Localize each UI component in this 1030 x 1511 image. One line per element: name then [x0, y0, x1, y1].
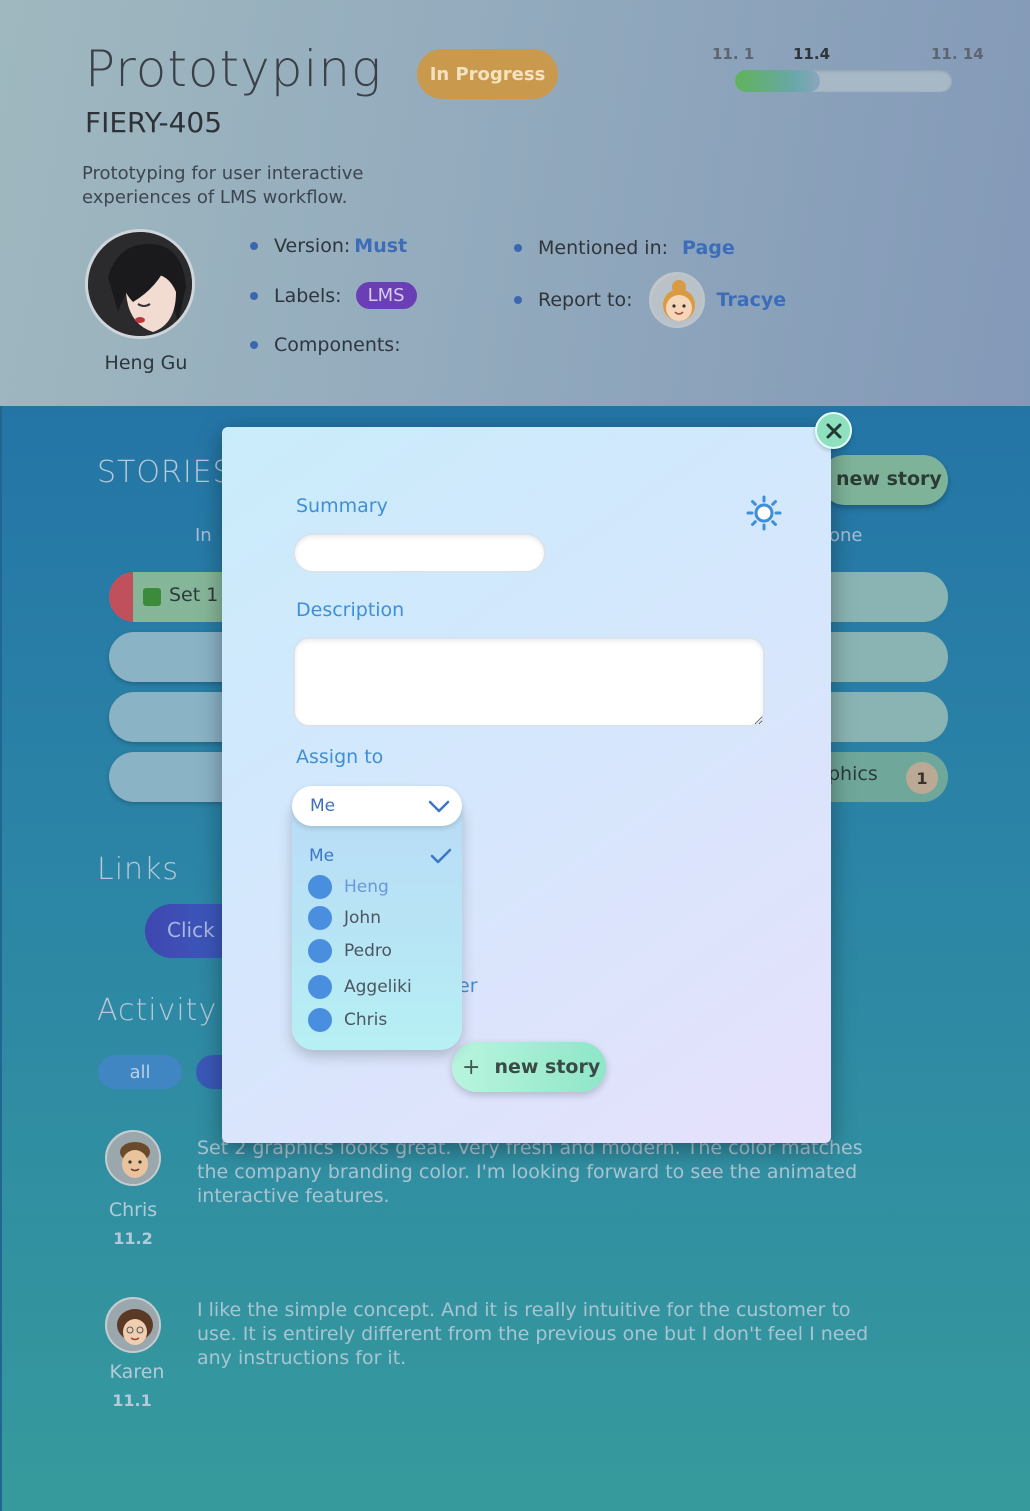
column-header-done: one: [829, 525, 863, 546]
stories-title: STORIES: [97, 455, 233, 490]
bookmark-icon: [143, 588, 161, 606]
user-avatar-dot: [308, 906, 332, 930]
user-avatar-dot: [308, 939, 332, 963]
labels-label: Labels:: [274, 284, 342, 307]
bullet: [250, 341, 258, 349]
story-row[interactable]: [109, 692, 239, 742]
bullet: [250, 242, 258, 250]
dropdown-option-chris[interactable]: Chris: [308, 1007, 387, 1033]
activity-comment: I like the simple concept. And it is rea…: [197, 1299, 869, 1369]
summary-label: Summary: [296, 495, 388, 517]
owner-name[interactable]: Heng Gu: [86, 352, 206, 374]
option-label: Heng: [344, 877, 389, 897]
dropdown-option-me[interactable]: Me: [309, 846, 334, 866]
meta-components: Components:: [250, 334, 401, 356]
dropdown-option-john[interactable]: John: [308, 905, 381, 931]
sun-gear-icon[interactable]: [746, 495, 782, 531]
checkmark-icon: [430, 848, 452, 864]
progress-bar: [735, 70, 952, 92]
progress-fill: [735, 70, 820, 92]
story-row[interactable]: [109, 632, 239, 682]
activity-avatar[interactable]: [105, 1130, 161, 1186]
meta-labels: Labels: LMS: [250, 282, 417, 309]
meta-report: Report to: Tracye: [514, 272, 786, 328]
close-button[interactable]: [815, 412, 852, 449]
done-story-row[interactable]: [828, 632, 948, 682]
close-icon: [826, 423, 841, 438]
components-label: Components:: [274, 334, 401, 356]
progress-current-label: 11.4: [793, 45, 831, 63]
assignee-selected-value: Me: [310, 796, 336, 816]
reporter-name[interactable]: Tracye: [717, 289, 787, 311]
bullet: [514, 244, 522, 252]
activity-date: 11.1: [112, 1391, 152, 1410]
assignee-dropdown-menu: Me Heng John Pedro Aggeliki Chris: [292, 806, 462, 1050]
create-story-button[interactable]: + new story: [452, 1042, 606, 1092]
story-card-label: Set 1: [169, 584, 219, 606]
option-label: Aggeliki: [344, 977, 412, 997]
activity-title: Activity: [97, 993, 218, 1028]
done-story-row[interactable]: [828, 572, 948, 622]
version-label: Version:: [274, 235, 351, 257]
label-chip-lms[interactable]: LMS: [355, 282, 417, 309]
link-button-label: Click: [167, 918, 215, 942]
dropdown-option-pedro[interactable]: Pedro: [308, 938, 392, 964]
ticket-description: Prototyping for user interactive experie…: [82, 163, 364, 208]
meta-version: Version: Must: [250, 235, 407, 257]
option-label: Chris: [344, 1010, 388, 1030]
chevron-down-icon: [428, 800, 450, 813]
description-textarea[interactable]: [293, 637, 765, 727]
owner-avatar[interactable]: [85, 229, 195, 339]
description-label: Description: [296, 599, 405, 621]
mentioned-link[interactable]: Page: [682, 237, 735, 259]
bullet: [250, 291, 258, 300]
dropdown-option-heng[interactable]: Heng: [308, 874, 389, 900]
new-story-button-header[interactable]: new story: [820, 455, 948, 505]
done-story-row[interactable]: [828, 692, 948, 742]
status-badge[interactable]: In Progress: [417, 49, 558, 99]
option-label: John: [344, 908, 381, 928]
comment-count-badge: 1: [906, 762, 938, 794]
filter-all-button[interactable]: all: [98, 1055, 182, 1089]
option-label: Pedro: [344, 941, 392, 961]
story-row[interactable]: [109, 752, 239, 802]
activity-comment: Set 2 graphics looks great. Very fresh a…: [197, 1137, 863, 1207]
progress-start-label: 11. 1: [712, 45, 755, 63]
activity-date: 11.2: [113, 1229, 153, 1248]
user-avatar-dot: [308, 975, 332, 999]
mentioned-label: Mentioned in:: [538, 237, 669, 259]
meta-mentioned: Mentioned in: Page: [514, 237, 735, 259]
progress-end-label: 11. 14: [931, 45, 984, 63]
activity-author: Chris: [108, 1199, 158, 1221]
ticket-header: Prototyping FIERY-405 In Progress 11. 1 …: [0, 0, 1030, 406]
reporter-avatar-illustration: [650, 274, 703, 326]
user-avatar-dot: [308, 1008, 332, 1032]
activity-author: Karen: [109, 1361, 165, 1383]
report-label: Report to:: [538, 289, 633, 311]
owner-avatar-illustration: [88, 232, 192, 336]
reporter-avatar[interactable]: [648, 272, 705, 328]
activity-avatar[interactable]: [105, 1297, 161, 1353]
assignee-select[interactable]: Me: [292, 786, 462, 826]
version-value[interactable]: Must: [354, 235, 407, 257]
story-card-set1[interactable]: Set 1: [109, 572, 239, 622]
ticket-id: FIERY-405: [85, 106, 223, 139]
summary-input[interactable]: [293, 533, 546, 573]
user-avatar-dot: [308, 875, 332, 899]
progress-labels: 11. 1 11.4 11. 14: [712, 45, 984, 65]
graphics-story-label: phics: [828, 763, 878, 785]
dropdown-option-aggeliki[interactable]: Aggeliki: [308, 974, 412, 1000]
links-title: Links: [97, 852, 180, 887]
assign-label: Assign to: [296, 746, 384, 768]
create-story-label: new story: [494, 1056, 601, 1078]
new-story-label: new story: [836, 468, 942, 490]
column-header-in-progress: In: [195, 525, 212, 546]
bullet: [514, 296, 522, 304]
plus-icon: +: [462, 1054, 481, 1080]
page-title: Prototyping: [85, 40, 383, 98]
